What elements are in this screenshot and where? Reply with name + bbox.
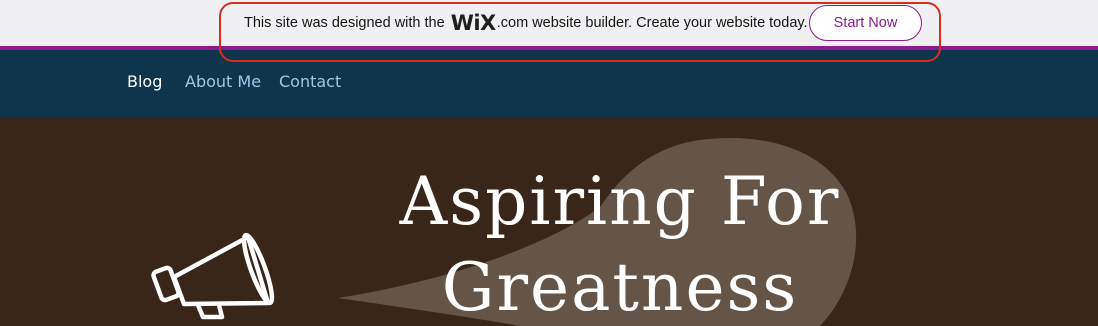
- nav-item-about-me[interactable]: About Me: [185, 72, 261, 91]
- site-nav: Blog About Me Contact: [0, 50, 1098, 117]
- nav-item-contact[interactable]: Contact: [279, 72, 341, 91]
- hero-title-line-2: Greatness: [441, 249, 799, 326]
- wix-banner: This site was designed with the WiX .com…: [0, 0, 1098, 46]
- wix-banner-suffix: .com website builder. Create your websit…: [496, 15, 808, 31]
- hero-title: Aspiring For Greatness: [300, 159, 940, 326]
- wix-banner-prefix: This site was designed with the: [244, 15, 445, 31]
- megaphone-icon: [151, 232, 275, 320]
- wix-banner-text: This site was designed with the WiX .com…: [244, 11, 808, 35]
- wix-logo: WiX: [450, 11, 497, 35]
- nav-item-blog[interactable]: Blog: [127, 72, 162, 91]
- start-now-button[interactable]: Start Now: [809, 5, 922, 41]
- hero-section: Aspiring For Greatness: [0, 117, 1098, 326]
- hero-title-line-1: Aspiring For: [399, 163, 841, 240]
